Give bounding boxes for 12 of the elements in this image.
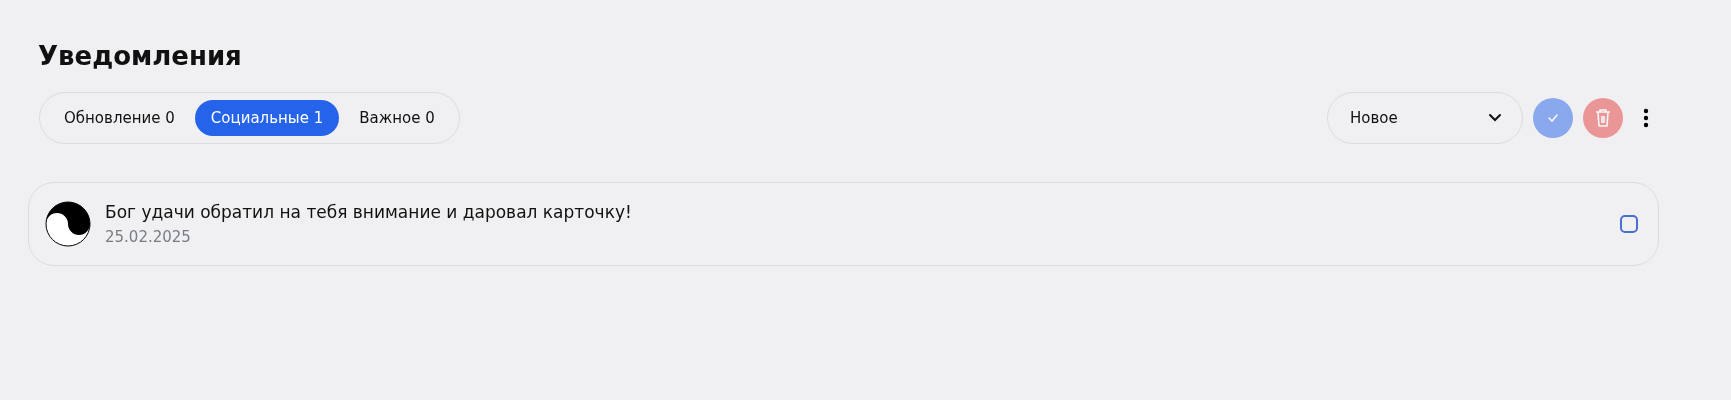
tab[interactable]: Социальные 1	[194, 100, 340, 136]
notification-date: 25.02.2025	[105, 228, 192, 246]
check-icon	[1547, 113, 1559, 123]
trash-icon	[1594, 108, 1612, 128]
avatar-icon	[45, 201, 91, 247]
chevron-down-icon	[1488, 113, 1502, 123]
tab[interactable]: Важное 0	[343, 100, 451, 136]
select-checkbox[interactable]	[1620, 215, 1638, 233]
notification-text: Бог удачи обратил на тебя внимание и даровал карточку!	[105, 202, 633, 222]
tab[interactable]: Обновление 0	[48, 100, 191, 136]
more-options-icon	[1643, 108, 1649, 128]
page-title: Уведомления	[38, 40, 243, 73]
